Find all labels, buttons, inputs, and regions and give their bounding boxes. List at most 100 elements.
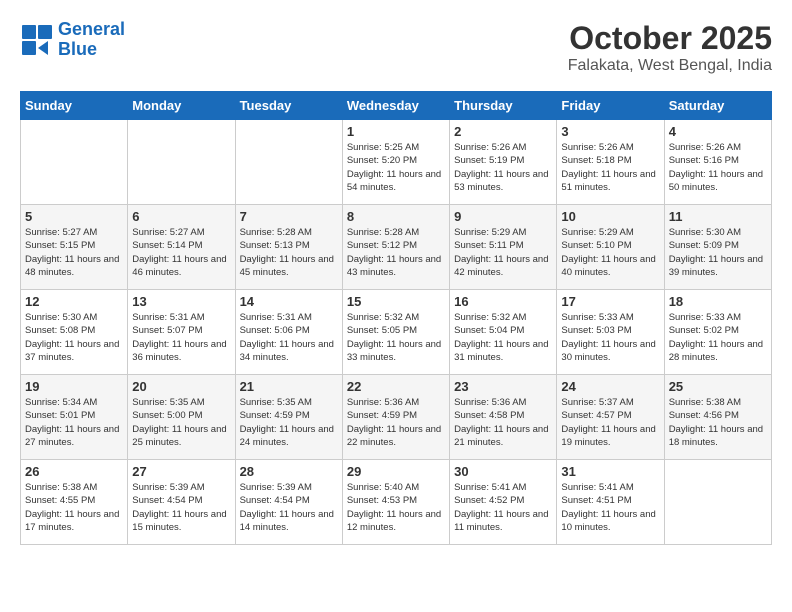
calendar-cell: 16 Sunrise: 5:32 AM Sunset: 5:04 PM Dayli… <box>450 290 557 375</box>
day-number: 2 <box>454 124 552 139</box>
day-info: Sunrise: 5:32 AM Sunset: 5:04 PM Dayligh… <box>454 311 552 364</box>
day-info: Sunrise: 5:41 AM Sunset: 4:51 PM Dayligh… <box>561 481 659 534</box>
day-number: 12 <box>25 294 123 309</box>
day-number: 3 <box>561 124 659 139</box>
day-info: Sunrise: 5:38 AM Sunset: 4:56 PM Dayligh… <box>669 396 767 449</box>
day-number: 14 <box>240 294 338 309</box>
day-number: 28 <box>240 464 338 479</box>
calendar-cell: 3 Sunrise: 5:26 AM Sunset: 5:18 PM Daylig… <box>557 120 664 205</box>
day-number: 30 <box>454 464 552 479</box>
day-number: 27 <box>132 464 230 479</box>
calendar-cell <box>128 120 235 205</box>
calendar-cell: 30 Sunrise: 5:41 AM Sunset: 4:52 PM Dayli… <box>450 460 557 545</box>
calendar-cell: 14 Sunrise: 5:31 AM Sunset: 5:06 PM Dayli… <box>235 290 342 375</box>
day-info: Sunrise: 5:40 AM Sunset: 4:53 PM Dayligh… <box>347 481 445 534</box>
day-info: Sunrise: 5:26 AM Sunset: 5:16 PM Dayligh… <box>669 141 767 194</box>
calendar-cell: 20 Sunrise: 5:35 AM Sunset: 5:00 PM Dayli… <box>128 375 235 460</box>
day-number: 17 <box>561 294 659 309</box>
day-number: 4 <box>669 124 767 139</box>
day-info: Sunrise: 5:31 AM Sunset: 5:07 PM Dayligh… <box>132 311 230 364</box>
calendar-cell <box>235 120 342 205</box>
calendar-cell: 23 Sunrise: 5:36 AM Sunset: 4:58 PM Dayli… <box>450 375 557 460</box>
calendar-cell: 2 Sunrise: 5:26 AM Sunset: 5:19 PM Daylig… <box>450 120 557 205</box>
day-info: Sunrise: 5:33 AM Sunset: 5:02 PM Dayligh… <box>669 311 767 364</box>
calendar-week-1: 5Sunrise: 5:27 AM Sunset: 5:15 PM Daylig… <box>21 205 772 290</box>
day-number: 25 <box>669 379 767 394</box>
calendar-cell: 18 Sunrise: 5:33 AM Sunset: 5:02 PM Dayli… <box>664 290 771 375</box>
day-number: 13 <box>132 294 230 309</box>
day-number: 6 <box>132 209 230 224</box>
calendar-cell: 17 Sunrise: 5:33 AM Sunset: 5:03 PM Dayli… <box>557 290 664 375</box>
day-number: 23 <box>454 379 552 394</box>
calendar-cell: 31 Sunrise: 5:41 AM Sunset: 4:51 PM Dayli… <box>557 460 664 545</box>
calendar-cell: 24Sunrise: 5:37 AM Sunset: 4:57 PM Dayli… <box>557 375 664 460</box>
header: General Blue October 2025 Falakata, West… <box>20 20 772 75</box>
calendar-week-4: 26Sunrise: 5:38 AM Sunset: 4:55 PM Dayli… <box>21 460 772 545</box>
day-number: 15 <box>347 294 445 309</box>
day-info: Sunrise: 5:34 AM Sunset: 5:01 PM Dayligh… <box>25 396 123 449</box>
day-info: Sunrise: 5:27 AM Sunset: 5:14 PM Dayligh… <box>132 226 230 279</box>
calendar-cell: 28 Sunrise: 5:39 AM Sunset: 4:54 PM Dayli… <box>235 460 342 545</box>
calendar-cell: 1 Sunrise: 5:25 AM Sunset: 5:20 PM Daylig… <box>342 120 449 205</box>
calendar-cell: 7Sunrise: 5:28 AM Sunset: 5:13 PM Daylig… <box>235 205 342 290</box>
header-saturday: Saturday <box>664 92 771 120</box>
day-number: 10 <box>561 209 659 224</box>
day-number: 16 <box>454 294 552 309</box>
day-info: Sunrise: 5:35 AM Sunset: 4:59 PM Dayligh… <box>240 396 338 449</box>
title-section: October 2025 Falakata, West Bengal, Indi… <box>568 20 772 75</box>
day-number: 31 <box>561 464 659 479</box>
day-info: Sunrise: 5:31 AM Sunset: 5:06 PM Dayligh… <box>240 311 338 364</box>
calendar-cell: 11 Sunrise: 5:30 AM Sunset: 5:09 PM Dayli… <box>664 205 771 290</box>
day-number: 5 <box>25 209 123 224</box>
day-info: Sunrise: 5:41 AM Sunset: 4:52 PM Dayligh… <box>454 481 552 534</box>
day-info: Sunrise: 5:29 AM Sunset: 5:10 PM Dayligh… <box>561 226 659 279</box>
day-info: Sunrise: 5:33 AM Sunset: 5:03 PM Dayligh… <box>561 311 659 364</box>
calendar-cell: 25 Sunrise: 5:38 AM Sunset: 4:56 PM Dayli… <box>664 375 771 460</box>
calendar-week-3: 19Sunrise: 5:34 AM Sunset: 5:01 PM Dayli… <box>21 375 772 460</box>
calendar-cell: 29 Sunrise: 5:40 AM Sunset: 4:53 PM Dayli… <box>342 460 449 545</box>
day-info: Sunrise: 5:32 AM Sunset: 5:05 PM Dayligh… <box>347 311 445 364</box>
calendar-cell: 13 Sunrise: 5:31 AM Sunset: 5:07 PM Dayli… <box>128 290 235 375</box>
day-info: Sunrise: 5:26 AM Sunset: 5:19 PM Dayligh… <box>454 141 552 194</box>
header-sunday: Sunday <box>21 92 128 120</box>
day-info: Sunrise: 5:28 AM Sunset: 5:13 PM Dayligh… <box>240 226 338 279</box>
calendar-cell: 22 Sunrise: 5:36 AM Sunset: 4:59 PM Dayli… <box>342 375 449 460</box>
header-wednesday: Wednesday <box>342 92 449 120</box>
day-number: 21 <box>240 379 338 394</box>
calendar-cell: 26Sunrise: 5:38 AM Sunset: 4:55 PM Dayli… <box>21 460 128 545</box>
logo: General Blue <box>20 20 125 60</box>
calendar-cell: 6 Sunrise: 5:27 AM Sunset: 5:14 PM Daylig… <box>128 205 235 290</box>
calendar-cell <box>664 460 771 545</box>
calendar-cell: 19Sunrise: 5:34 AM Sunset: 5:01 PM Dayli… <box>21 375 128 460</box>
day-number: 22 <box>347 379 445 394</box>
location-title: Falakata, West Bengal, India <box>568 57 772 75</box>
day-number: 20 <box>132 379 230 394</box>
day-info: Sunrise: 5:36 AM Sunset: 4:59 PM Dayligh… <box>347 396 445 449</box>
day-info: Sunrise: 5:39 AM Sunset: 4:54 PM Dayligh… <box>240 481 338 534</box>
header-friday: Friday <box>557 92 664 120</box>
day-info: Sunrise: 5:35 AM Sunset: 5:00 PM Dayligh… <box>132 396 230 449</box>
calendar-cell: 15 Sunrise: 5:32 AM Sunset: 5:05 PM Dayli… <box>342 290 449 375</box>
logo-text: General Blue <box>58 20 125 60</box>
day-number: 29 <box>347 464 445 479</box>
month-title: October 2025 <box>568 20 772 57</box>
day-info: Sunrise: 5:30 AM Sunset: 5:08 PM Dayligh… <box>25 311 123 364</box>
calendar-cell: 5Sunrise: 5:27 AM Sunset: 5:15 PM Daylig… <box>21 205 128 290</box>
day-info: Sunrise: 5:36 AM Sunset: 4:58 PM Dayligh… <box>454 396 552 449</box>
day-info: Sunrise: 5:26 AM Sunset: 5:18 PM Dayligh… <box>561 141 659 194</box>
day-info: Sunrise: 5:29 AM Sunset: 5:11 PM Dayligh… <box>454 226 552 279</box>
calendar-cell: 27Sunrise: 5:39 AM Sunset: 4:54 PM Dayli… <box>128 460 235 545</box>
logo-icon <box>20 23 54 57</box>
calendar-cell: 9Sunrise: 5:29 AM Sunset: 5:11 PM Daylig… <box>450 205 557 290</box>
calendar-week-0: 1 Sunrise: 5:25 AM Sunset: 5:20 PM Daylig… <box>21 120 772 205</box>
day-number: 26 <box>25 464 123 479</box>
day-info: Sunrise: 5:37 AM Sunset: 4:57 PM Dayligh… <box>561 396 659 449</box>
calendar-header-row: SundayMondayTuesdayWednesdayThursdayFrid… <box>21 92 772 120</box>
day-number: 18 <box>669 294 767 309</box>
day-info: Sunrise: 5:25 AM Sunset: 5:20 PM Dayligh… <box>347 141 445 194</box>
calendar-cell <box>21 120 128 205</box>
day-info: Sunrise: 5:30 AM Sunset: 5:09 PM Dayligh… <box>669 226 767 279</box>
calendar-cell: 10 Sunrise: 5:29 AM Sunset: 5:10 PM Dayli… <box>557 205 664 290</box>
day-number: 11 <box>669 209 767 224</box>
day-number: 1 <box>347 124 445 139</box>
